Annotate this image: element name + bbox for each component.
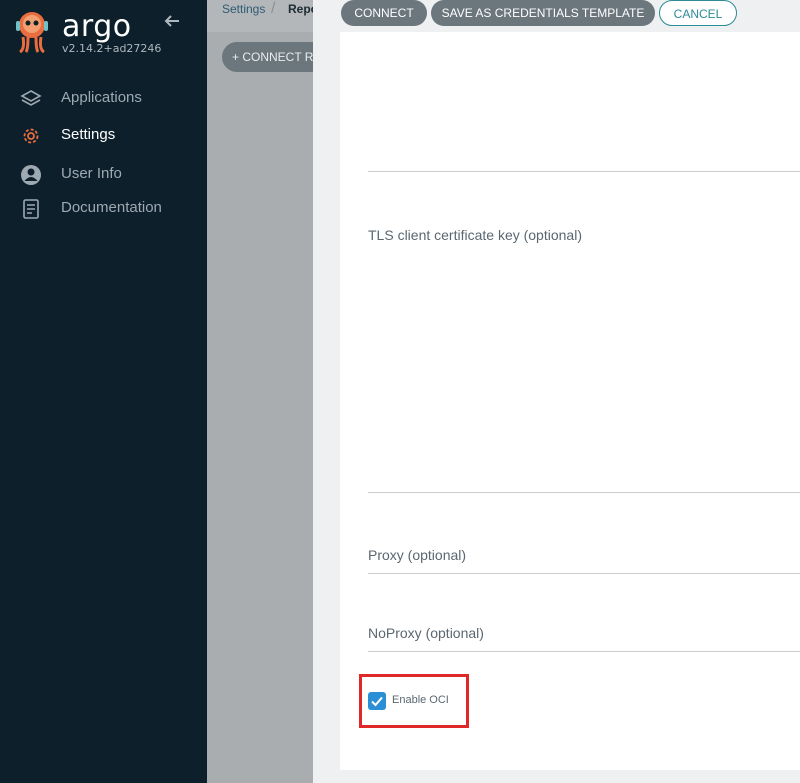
connect-button[interactable]: CONNECT	[341, 0, 427, 26]
noproxy-label[interactable]: NoProxy (optional)	[368, 625, 484, 641]
noproxy-input-underline[interactable]	[368, 651, 800, 652]
sidebar-item-user-info[interactable]: User Info	[0, 160, 207, 190]
sidebar-item-documentation[interactable]: Documentation	[0, 194, 207, 224]
tls-key-underline	[368, 492, 800, 493]
enable-oci-label[interactable]: Enable OCI	[392, 694, 449, 706]
sidebar-item-label: Documentation	[61, 199, 162, 216]
gear-icon	[23, 128, 39, 144]
tls-cert-underline	[368, 171, 800, 172]
breadcrumb-settings[interactable]: Settings	[222, 2, 265, 16]
sidebar-item-settings[interactable]: Settings	[0, 121, 207, 151]
checkmark-icon	[371, 696, 383, 707]
layers-icon	[20, 90, 42, 106]
user-icon	[21, 165, 41, 185]
sidebar-item-label: User Info	[61, 165, 122, 182]
brand-name: argo	[62, 9, 132, 44]
proxy-input-underline[interactable]	[368, 573, 800, 574]
version-label: v2.14.2+ad27246	[62, 42, 162, 55]
sidebar: argo v2.14.2+ad27246 Applications Settin…	[0, 0, 207, 783]
sidebar-item-applications[interactable]: Applications	[0, 84, 207, 114]
enable-oci-checkbox[interactable]	[368, 692, 386, 710]
argo-logo-icon	[16, 12, 48, 53]
sidebar-item-label: Applications	[61, 89, 142, 106]
tls-key-label: TLS client certificate key (optional)	[368, 227, 582, 243]
collapse-arrow-icon[interactable]	[162, 11, 182, 31]
tls-client-certificate-textarea[interactable]	[368, 40, 800, 170]
sidebar-item-label: Settings	[61, 126, 116, 143]
tls-client-key-textarea[interactable]	[368, 250, 800, 490]
proxy-label[interactable]: Proxy (optional)	[368, 547, 466, 563]
breadcrumb-separator: /	[271, 0, 276, 17]
book-icon	[23, 199, 39, 219]
cancel-button[interactable]: CANCEL	[659, 0, 737, 26]
save-as-credentials-template-button[interactable]: SAVE AS CREDENTIALS TEMPLATE	[431, 0, 655, 26]
